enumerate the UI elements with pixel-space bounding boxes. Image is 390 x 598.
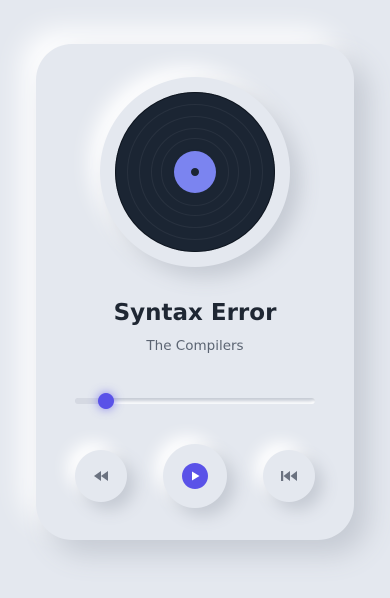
rewind-icon: [94, 471, 108, 481]
play-icon: [182, 463, 208, 489]
skip-back-icon: [281, 471, 297, 481]
disc-spindle: [191, 168, 199, 176]
track-title: Syntax Error: [113, 300, 277, 326]
skip-back-button[interactable]: [263, 450, 315, 502]
play-button[interactable]: [163, 444, 227, 508]
track-artist: The Compilers: [146, 338, 244, 354]
rewind-button[interactable]: [75, 450, 127, 502]
